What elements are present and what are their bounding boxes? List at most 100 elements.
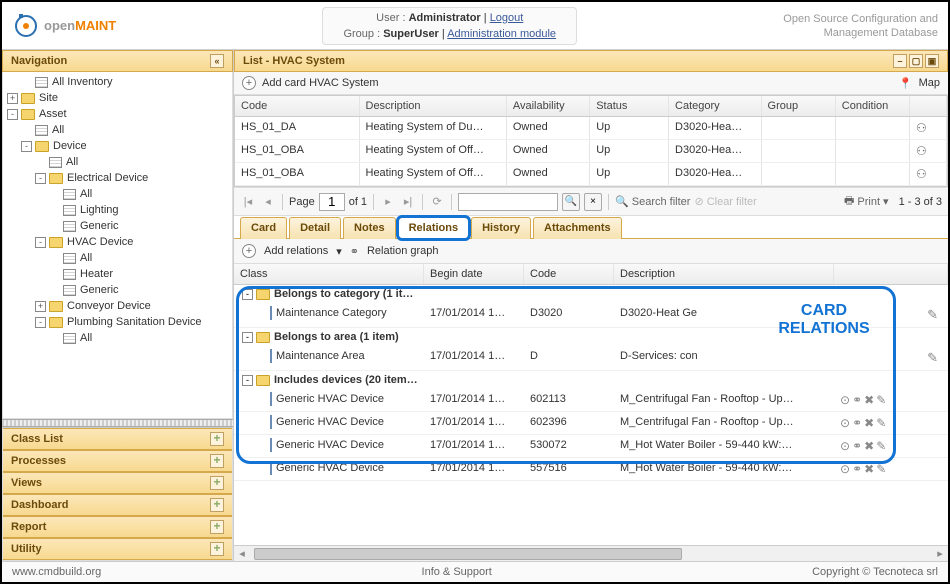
tree-node[interactable]: -Electrical Device (3, 170, 232, 186)
search-button[interactable]: 🔍 (562, 193, 580, 211)
tree-node[interactable]: All (3, 330, 232, 346)
collapse-icon[interactable]: « (210, 54, 224, 68)
map-pin-icon[interactable]: 📍 (899, 77, 913, 90)
first-page-button[interactable]: |◂ (240, 194, 256, 210)
pencil-icon[interactable]: ✎ (876, 439, 886, 453)
minimize-button[interactable]: – (893, 54, 907, 68)
tree-toggle-icon[interactable]: - (35, 173, 46, 184)
tree-node[interactable]: -Device (3, 138, 232, 154)
accordion-header[interactable]: Processes+ (3, 450, 232, 472)
expand-icon[interactable]: + (210, 476, 224, 490)
footer-left-link[interactable]: www.cmdbuild.org (12, 566, 101, 578)
tree-resize-handle[interactable] (2, 419, 233, 427)
tree-toggle-icon[interactable]: - (35, 237, 46, 248)
tab-relations[interactable]: Relations (398, 217, 470, 239)
search-input[interactable] (458, 193, 558, 211)
expand-icon[interactable]: + (210, 454, 224, 468)
accordion-header[interactable]: Views+ (3, 472, 232, 494)
map-button[interactable]: Map (919, 77, 940, 89)
tree-toggle-icon[interactable]: + (35, 301, 46, 312)
accordion-header[interactable]: Dashboard+ (3, 494, 232, 516)
target-icon[interactable]: ⊙ (840, 462, 850, 476)
rel-column-header[interactable]: Description (614, 264, 834, 284)
column-header[interactable]: Category (669, 96, 762, 116)
relation-row[interactable]: Generic HVAC Device17/01/2014 1…602113M_… (234, 389, 948, 412)
rel-column-header[interactable]: Begin date (424, 264, 524, 284)
column-header[interactable]: Status (590, 96, 669, 116)
tree-node[interactable]: All (3, 122, 232, 138)
maximize-button[interactable]: ▣ (925, 54, 939, 68)
column-header[interactable]: Availability (507, 96, 590, 116)
tree-node[interactable]: Generic (3, 218, 232, 234)
link-icon[interactable]: ⚭ (852, 439, 862, 453)
last-page-button[interactable]: ▸| (400, 194, 416, 210)
tree-toggle-icon[interactable]: - (21, 141, 32, 152)
restore-button[interactable]: ▢ (909, 54, 923, 68)
relation-graph-button[interactable]: Relation graph (367, 245, 439, 257)
tree-node[interactable]: Heater (3, 266, 232, 282)
expand-icon[interactable]: + (210, 542, 224, 556)
expand-icon[interactable]: + (210, 520, 224, 534)
tree-node[interactable]: -HVAC Device (3, 234, 232, 250)
hierarchy-icon[interactable]: ⚇ (916, 144, 927, 158)
group-toggle-icon[interactable]: - (242, 375, 253, 386)
tree-node[interactable]: -Asset (3, 106, 232, 122)
hierarchy-icon[interactable]: ⚇ (916, 167, 927, 181)
link-icon[interactable]: ⚭ (852, 416, 862, 430)
accordion-header[interactable]: Utility+ (3, 538, 232, 560)
relation-group[interactable]: -Belongs to area (1 item) (234, 328, 948, 346)
column-header[interactable]: Code (235, 96, 360, 116)
tree-node[interactable]: +Conveyor Device (3, 298, 232, 314)
tree-toggle-icon[interactable]: + (7, 93, 18, 104)
target-icon[interactable]: ⊙ (840, 416, 850, 430)
relation-graph-icon[interactable]: ⚭ (350, 245, 359, 258)
tree-toggle-icon[interactable]: - (35, 317, 46, 328)
admin-module-link[interactable]: Administration module (447, 28, 556, 40)
table-row[interactable]: HS_01_OBAHeating System of Off…OwnedUpD3… (235, 140, 947, 163)
expand-icon[interactable]: + (210, 498, 224, 512)
add-card-button[interactable]: Add card HVAC System (262, 77, 379, 89)
accordion-header[interactable]: Class List+ (3, 428, 232, 450)
logout-link[interactable]: Logout (490, 12, 524, 24)
relation-row[interactable]: Maintenance Area17/01/2014 1…DD-Services… (234, 346, 948, 371)
group-toggle-icon[interactable]: - (242, 289, 253, 300)
horizontal-scrollbar[interactable]: ◂ ▸ (234, 545, 948, 561)
delete-icon[interactable]: ✖ (864, 439, 874, 453)
relation-row[interactable]: Generic HVAC Device17/01/2014 1…530072M_… (234, 435, 948, 458)
target-icon[interactable]: ⊙ (840, 393, 850, 407)
clear-search-button[interactable]: × (584, 193, 602, 211)
tree-node[interactable]: All (3, 154, 232, 170)
add-icon[interactable]: + (242, 76, 256, 90)
tree-node[interactable]: All Inventory (3, 74, 232, 90)
tab-attachments[interactable]: Attachments (533, 217, 622, 239)
tree-node[interactable]: All (3, 186, 232, 202)
tab-notes[interactable]: Notes (343, 217, 396, 239)
delete-icon[interactable]: ✖ (864, 462, 874, 476)
clear-filter-button[interactable]: ⊘Clear filter (694, 195, 756, 208)
prev-page-button[interactable]: ◂ (260, 194, 276, 210)
relation-group[interactable]: -Belongs to category (1 it… (234, 285, 948, 303)
next-page-button[interactable]: ▸ (380, 194, 396, 210)
pencil-icon[interactable]: ✎ (876, 462, 886, 476)
link-icon[interactable]: ⚭ (852, 393, 862, 407)
tab-detail[interactable]: Detail (289, 217, 341, 239)
search-filter-button[interactable]: 🔍Search filter (615, 195, 690, 208)
pencil-icon[interactable]: ✎ (876, 393, 886, 407)
table-row[interactable]: HS_01_DAHeating System of Du…OwnedUpD302… (235, 117, 947, 140)
table-row[interactable]: HS_01_OBAHeating System of Off…OwnedUpD3… (235, 163, 947, 186)
hierarchy-icon[interactable]: ⚇ (916, 121, 927, 135)
scroll-thumb[interactable] (254, 548, 682, 560)
delete-icon[interactable]: ✖ (864, 416, 874, 430)
accordion-header[interactable]: Report+ (3, 516, 232, 538)
add-relations-icon[interactable]: + (242, 244, 256, 258)
tree-node[interactable]: All (3, 250, 232, 266)
relation-row[interactable]: Generic HVAC Device17/01/2014 1…557516M_… (234, 458, 948, 481)
column-header[interactable]: Group (762, 96, 836, 116)
column-header[interactable]: Condition (836, 96, 910, 116)
add-relations-button[interactable]: Add relations (264, 245, 328, 257)
page-input[interactable] (319, 193, 345, 211)
pencil-icon[interactable]: ✎ (927, 307, 938, 322)
footer-center-link[interactable]: Info & Support (422, 566, 492, 578)
tree-node[interactable]: +Site (3, 90, 232, 106)
refresh-button[interactable]: ⟳ (429, 194, 445, 210)
